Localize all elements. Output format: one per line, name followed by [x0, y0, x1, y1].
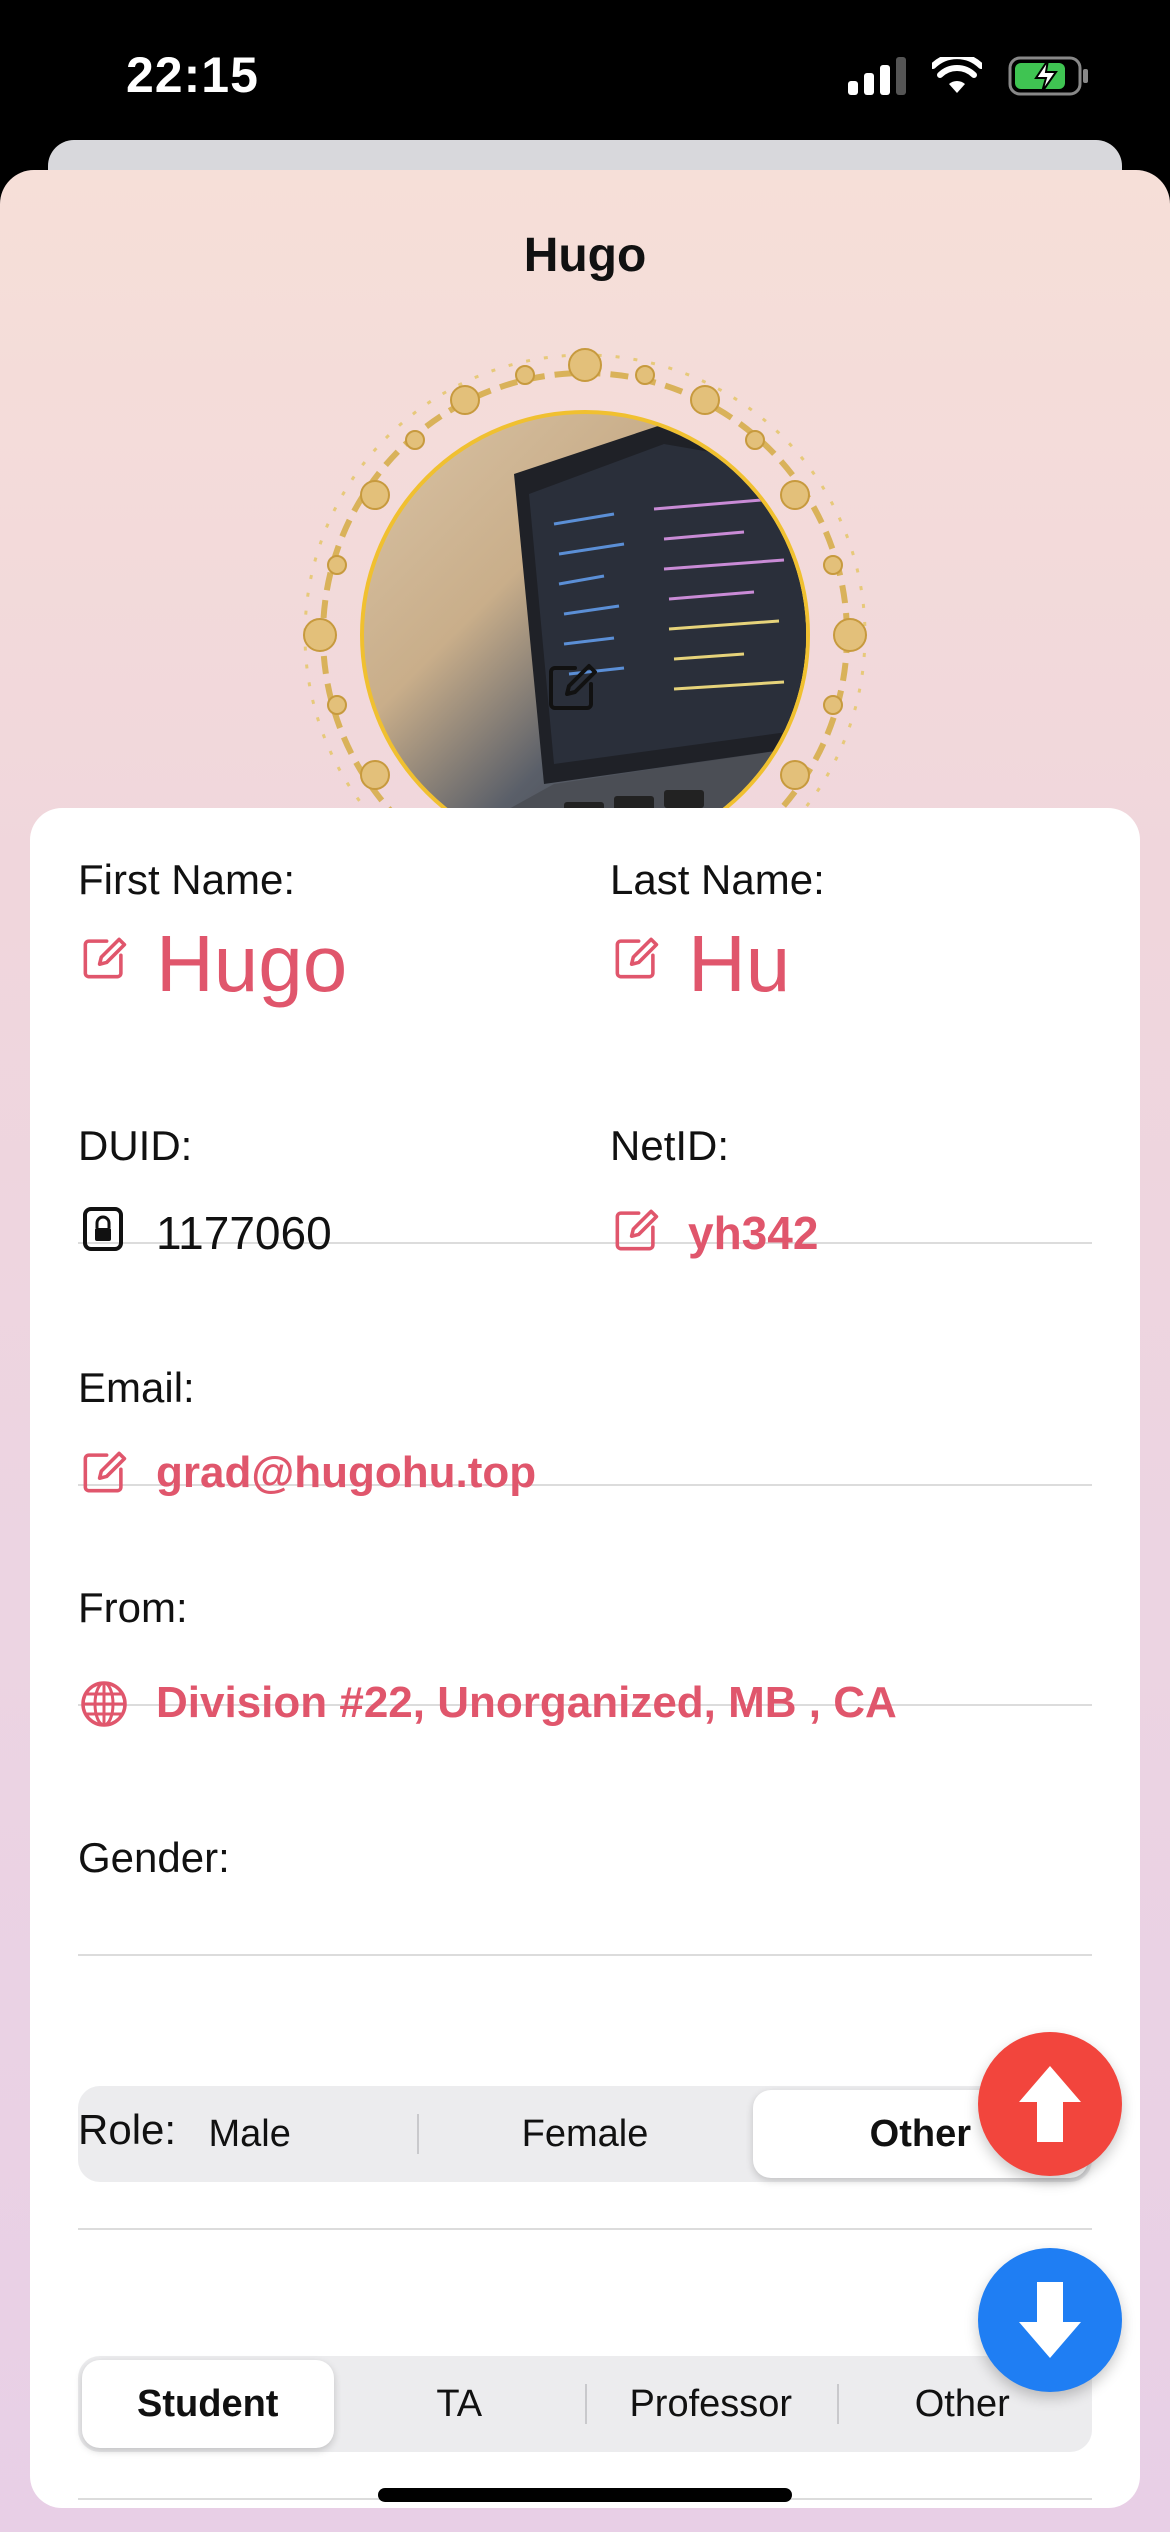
scroll-up-button[interactable]: [978, 2032, 1122, 2176]
email-label: Email:: [78, 1364, 195, 1411]
status-bar: 22:15: [0, 0, 1170, 160]
from-value[interactable]: Division #22, Unorganized, MB , CA: [156, 1678, 897, 1728]
scroll-down-button[interactable]: [978, 2248, 1122, 2392]
role-label: Role:: [78, 2106, 177, 2153]
gender-label: Gender:: [78, 1834, 230, 1881]
profile-form-card: First Name: Last Name: Hugo Hu DUID: Net…: [30, 808, 1140, 2508]
role-segmented-control[interactable]: Student TA Professor Other: [78, 2356, 1092, 2452]
last-name-label: Last Name:: [610, 856, 825, 903]
netid-value[interactable]: yh342: [688, 1206, 818, 1260]
email-value[interactable]: grad@hugohu.top: [156, 1448, 536, 1498]
arrow-down-icon: [1019, 2282, 1081, 2358]
netid-label: NetID:: [610, 1122, 730, 1169]
wifi-icon: [932, 57, 982, 93]
first-name-value[interactable]: Hugo: [156, 918, 347, 1010]
edit-email-icon[interactable]: [80, 1448, 128, 1496]
globe-icon[interactable]: [80, 1680, 128, 1728]
lock-icon: [83, 1207, 123, 1251]
edit-avatar-icon[interactable]: [545, 660, 599, 714]
status-icons: [848, 56, 1090, 96]
gender-option-female[interactable]: Female: [417, 2090, 752, 2178]
last-name-value[interactable]: Hu: [688, 918, 790, 1010]
gender-segmented-control[interactable]: Male Female Other: [78, 2086, 1092, 2182]
edit-netid-icon[interactable]: [612, 1206, 660, 1254]
page-title: Hugo: [523, 229, 647, 282]
avatar-photo: [360, 410, 810, 860]
signal-icon: [848, 57, 906, 95]
arrow-up-icon: [1019, 2066, 1081, 2142]
from-label: From:: [78, 1584, 188, 1631]
edit-first-name-icon[interactable]: [80, 934, 128, 982]
divider: [78, 1954, 1092, 1956]
duid-label: DUID:: [78, 1122, 193, 1169]
role-option-ta[interactable]: TA: [334, 2360, 586, 2448]
duid-value: 1177060: [156, 1207, 332, 1259]
status-time: 22:15: [126, 47, 259, 103]
first-name-label: First Name:: [78, 856, 296, 903]
divider: [78, 2228, 1092, 2230]
battery-charging-icon: [1008, 56, 1088, 96]
role-option-professor[interactable]: Professor: [585, 2360, 837, 2448]
edit-last-name-icon[interactable]: [612, 934, 660, 982]
role-option-student[interactable]: Student: [82, 2360, 334, 2448]
home-indicator: [378, 2488, 792, 2502]
